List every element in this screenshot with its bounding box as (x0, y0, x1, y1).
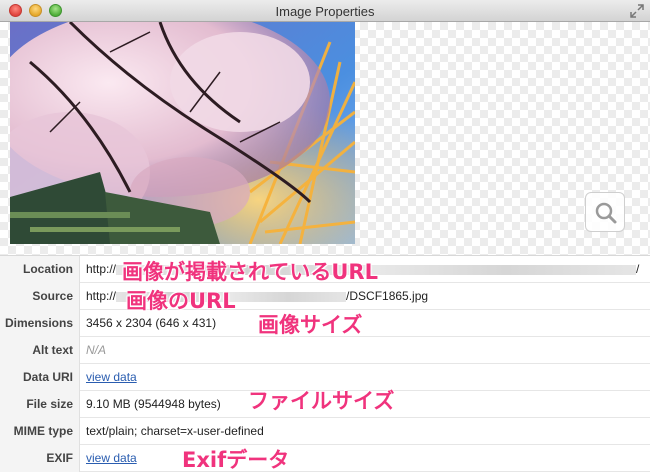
location-url-start: http:// (86, 262, 117, 276)
properties-table: Location http:// / Source http:// /DSCF186… (0, 256, 650, 472)
row-alt-text: Alt text N/A (0, 337, 650, 364)
source-url-end: /DSCF1865.jpg (346, 289, 429, 303)
mime-type-value: text/plain; charset=x-user-defined (86, 424, 264, 438)
data-uri-link[interactable]: view data (86, 364, 137, 391)
location-url-end: / (636, 262, 640, 276)
zoom-button[interactable] (585, 192, 625, 232)
image-preview (10, 22, 355, 244)
row-source: Source http:// /DSCF1865.jpg (0, 283, 650, 310)
dimensions-label: Dimensions (0, 310, 80, 337)
magnifier-icon (595, 202, 617, 224)
exif-link[interactable]: view data (86, 445, 137, 472)
file-size-value: 9.10 MB (9544948 bytes) (86, 397, 221, 411)
exif-label: EXIF (0, 445, 80, 472)
annotation-exif: Exifデータ (182, 448, 290, 472)
alt-text-label: Alt text (0, 337, 80, 364)
location-label: Location (0, 256, 80, 283)
alt-text-value: N/A (86, 343, 107, 357)
source-label: Source (0, 283, 80, 310)
annotation-source: 画像のURL (126, 289, 236, 313)
file-size-label: File size (0, 391, 80, 418)
source-url-start: http:// (86, 289, 117, 303)
annotation-filesize: ファイルサイズ (248, 389, 395, 413)
annotation-dimensions: 画像サイズ (258, 313, 363, 337)
row-mime-type: MIME type text/plain; charset=x-user-def… (0, 418, 650, 445)
fullscreen-icon[interactable] (630, 4, 644, 18)
data-uri-label: Data URI (0, 364, 80, 391)
annotation-location: 画像が掲載されているURL (122, 260, 378, 284)
title-bar: Image Properties (0, 0, 650, 22)
window-title: Image Properties (275, 4, 375, 19)
row-exif: EXIF view data (0, 445, 650, 472)
image-preview-area (0, 22, 650, 256)
mime-type-label: MIME type (0, 418, 80, 445)
